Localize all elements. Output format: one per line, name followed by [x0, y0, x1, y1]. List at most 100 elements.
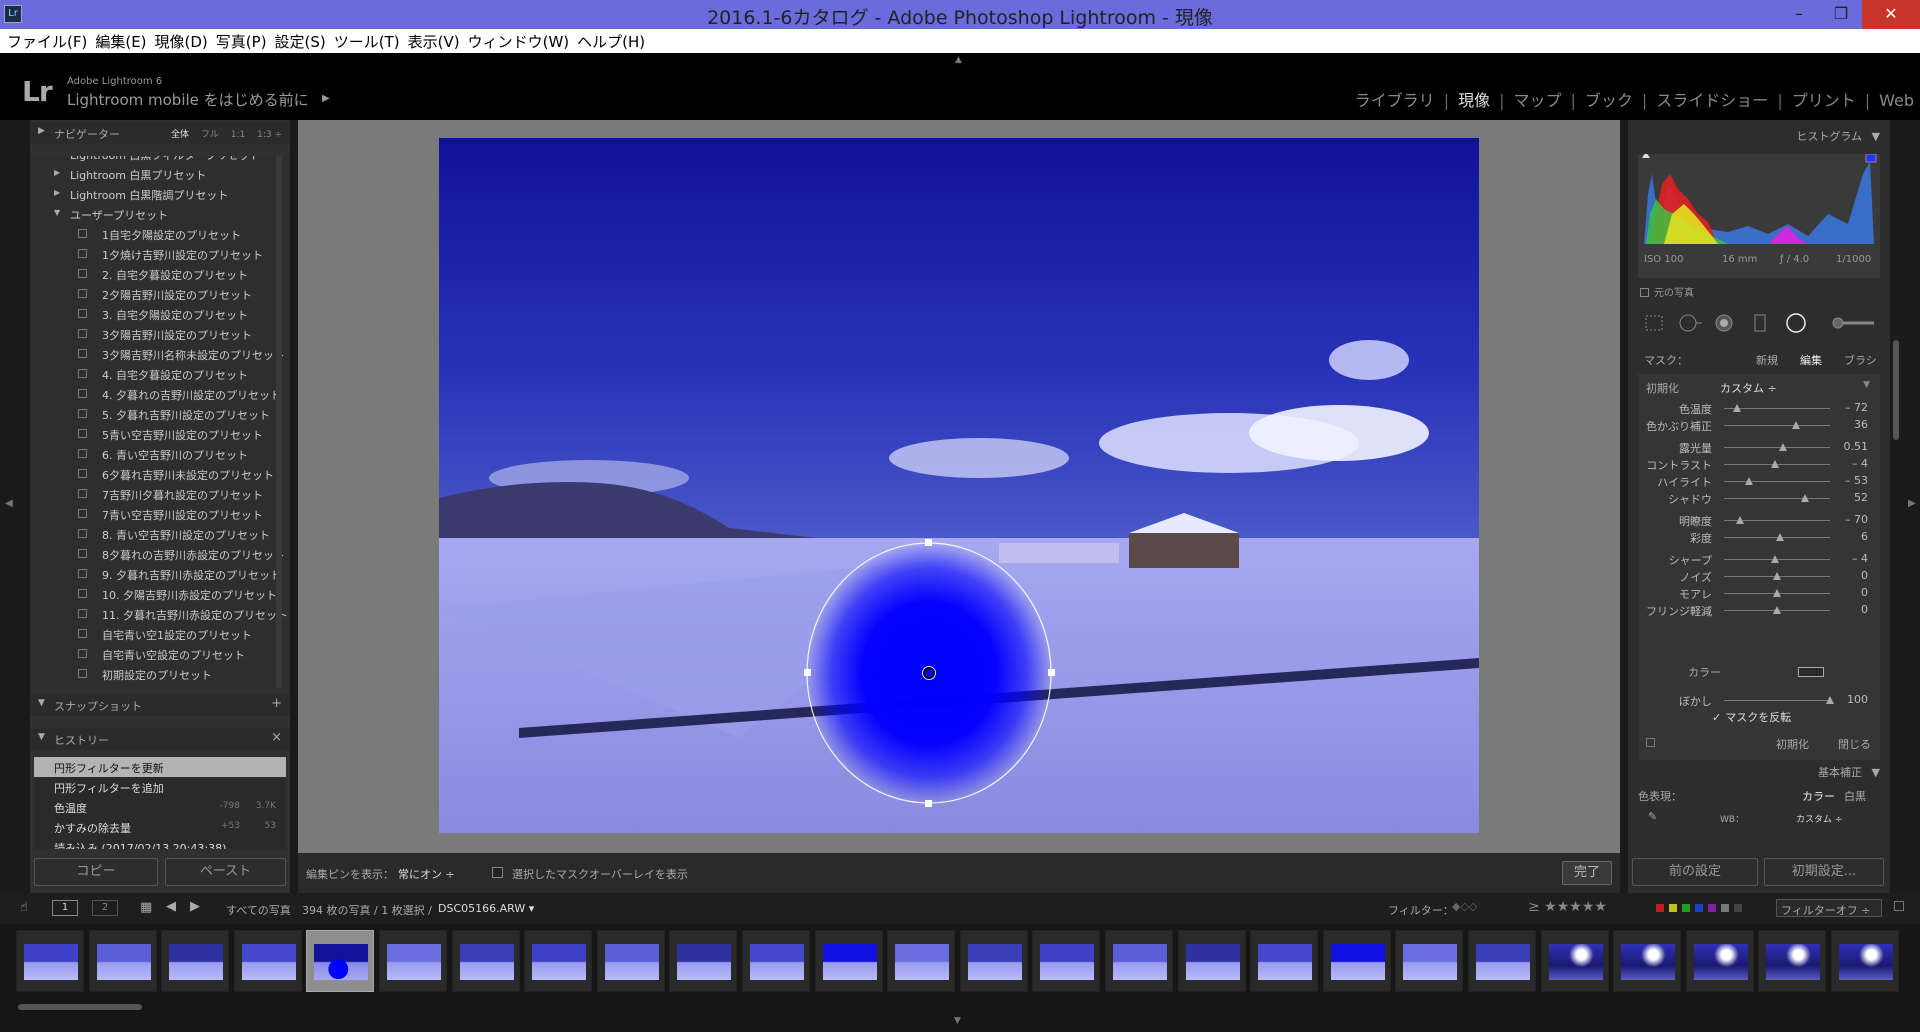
- add-snapshot-icon[interactable]: +: [271, 696, 282, 711]
- slider-row[interactable]: フリンジ軽減 0: [1638, 602, 1880, 619]
- preset-row[interactable]: 2夕陽吉野川設定のプリセット: [30, 284, 290, 304]
- slider-value[interactable]: 0: [1861, 603, 1868, 616]
- preset-row[interactable]: ▶ Lightroom 白黒プリセット: [30, 164, 290, 184]
- slider-track[interactable]: [1724, 481, 1830, 482]
- history-item[interactable]: 円形フィルターを更新: [34, 757, 286, 777]
- slider-track[interactable]: [1724, 425, 1830, 426]
- preset-row[interactable]: ▶ Lightroom 白黒フィルタープリセット: [30, 156, 290, 164]
- window-2-button[interactable]: 2: [92, 900, 118, 916]
- brand-large-text[interactable]: Lightroom mobile をはじめる前に: [67, 89, 309, 110]
- filter-lock-icon[interactable]: [1894, 901, 1904, 911]
- filter-preset-dropdown[interactable]: フィルターオフ ÷: [1776, 899, 1882, 917]
- original-photo-toggle[interactable]: 元の写真: [1640, 284, 1694, 299]
- module-3[interactable]: ブック: [1585, 87, 1633, 111]
- slider-value[interactable]: – 72: [1845, 401, 1868, 414]
- slider-value[interactable]: 0: [1861, 569, 1868, 582]
- slider-row[interactable]: 色かぶり補正 36: [1638, 417, 1880, 434]
- paste-button[interactable]: ペースト: [165, 858, 286, 886]
- zoom-1-1[interactable]: 1:1: [231, 130, 245, 140]
- slider-thumb[interactable]: [1800, 494, 1809, 502]
- filmstrip-thumbnail[interactable]: [1685, 930, 1754, 992]
- filmstrip-thumbnail[interactable]: [1831, 930, 1899, 992]
- photo[interactable]: [439, 138, 1479, 833]
- preset-row[interactable]: 4. 夕暮れの吉野川設定のプリセット: [30, 384, 290, 404]
- preset-row[interactable]: 11. 夕暮れ吉野川赤設定のプリセット: [30, 604, 290, 624]
- slider-thumb[interactable]: [1770, 460, 1779, 468]
- slider-row[interactable]: モアレ 0: [1638, 585, 1880, 602]
- slider-row[interactable]: ノイズ 0: [1638, 568, 1880, 585]
- folder-closed-icon[interactable]: ▶: [54, 188, 60, 197]
- preset-row[interactable]: 7吉野川夕暮れ設定のプリセット: [30, 484, 290, 504]
- filmstrip-thumbnail[interactable]: [1322, 930, 1391, 992]
- histogram-header[interactable]: ヒストグラム ▼: [1796, 128, 1880, 144]
- spot-removal-icon[interactable]: [1679, 314, 1702, 332]
- treatment-bw[interactable]: 白黒: [1844, 788, 1866, 804]
- menu-item[interactable]: 設定(S): [275, 29, 326, 52]
- preset-row[interactable]: 8. 青い空吉野川設定のプリセット: [30, 524, 290, 544]
- reset-settings-button[interactable]: 初期設定...: [1764, 858, 1884, 886]
- window-1-button[interactable]: 1: [52, 900, 78, 916]
- preset-row[interactable]: ▼ ユーザープリセット: [30, 204, 290, 224]
- filmstrip-thumbnail[interactable]: [1105, 930, 1173, 992]
- slider-value[interactable]: 0: [1861, 586, 1868, 599]
- flag-filter-icons[interactable]: ◆◇◇: [1452, 900, 1477, 913]
- mask-edit[interactable]: 編集: [1800, 352, 1822, 368]
- basic-header[interactable]: 基本補正 ▼: [1818, 764, 1880, 780]
- preset-row[interactable]: 8夕暮れの吉野川赤設定のプリセット: [30, 544, 290, 564]
- slider-thumb[interactable]: [1732, 404, 1741, 412]
- menu-item[interactable]: 編集(E): [95, 29, 146, 52]
- preset-row[interactable]: 6. 青い空吉野川のプリセット: [30, 444, 290, 464]
- slider-track[interactable]: [1724, 498, 1830, 499]
- history-header[interactable]: ▼ ヒストリー ×: [30, 728, 290, 750]
- menu-item[interactable]: ヘルプ(H): [577, 29, 645, 52]
- filmstrip-thumbnail[interactable]: [1758, 930, 1827, 992]
- slider-thumb[interactable]: [1773, 589, 1781, 597]
- clear-history-icon[interactable]: ×: [271, 730, 282, 745]
- preset-row[interactable]: 3夕陽吉野川名称未設定のプリセット: [30, 344, 290, 364]
- filmstrip-thumbnail[interactable]: [379, 930, 447, 992]
- filmstrip-thumbnail[interactable]: [1177, 930, 1246, 992]
- module-1[interactable]: 現像: [1458, 87, 1490, 111]
- filmstrip-thumbnail[interactable]: [306, 930, 375, 992]
- effect-dropdown[interactable]: カスタム ÷: [1720, 380, 1777, 396]
- filmstrip-thumbnail[interactable]: [742, 930, 810, 992]
- slider-row[interactable]: 彩度 6: [1638, 529, 1880, 546]
- filmstrip-thumbnail[interactable]: [233, 930, 302, 992]
- preset-row[interactable]: 5青い空吉野川設定のプリセット: [30, 424, 290, 444]
- image-view[interactable]: [298, 120, 1620, 853]
- collapse-top-icon[interactable]: ▲: [955, 55, 962, 65]
- wb-picker-icon[interactable]: ✎: [1648, 810, 1657, 823]
- preset-row[interactable]: 10. 夕陽吉野川赤設定のプリセット: [30, 584, 290, 604]
- slider-track[interactable]: [1724, 447, 1830, 448]
- zoom-1-3[interactable]: 1:3 ÷: [257, 130, 282, 140]
- back-arrow-icon[interactable]: ◀: [166, 899, 176, 914]
- slider-thumb[interactable]: [1770, 555, 1779, 563]
- slider-value[interactable]: 6: [1861, 530, 1868, 543]
- slider-value[interactable]: – 4: [1852, 552, 1868, 565]
- filmstrip-thumbnail[interactable]: [161, 930, 230, 992]
- filmstrip-scrollbar[interactable]: [18, 1004, 142, 1010]
- color-swatch[interactable]: [1798, 667, 1824, 677]
- slider-thumb[interactable]: [1792, 421, 1801, 429]
- copy-button[interactable]: コピー: [34, 858, 158, 886]
- mask-new[interactable]: 新規: [1756, 352, 1778, 368]
- feather-value[interactable]: 100: [1847, 693, 1868, 706]
- toggle-switch[interactable]: [1646, 738, 1655, 747]
- preset-row[interactable]: 9. 夕暮れ吉野川赤設定のプリセット: [30, 564, 290, 584]
- collapse-bottom-icon[interactable]: ▼: [954, 1016, 961, 1026]
- preset-row[interactable]: 3夕陽吉野川設定のプリセット: [30, 324, 290, 344]
- zoom-fill[interactable]: フル: [201, 130, 219, 140]
- filmstrip-thumbnail[interactable]: [451, 930, 520, 992]
- right-panel-toggle-icon[interactable]: ▶: [1908, 498, 1916, 509]
- navigator-header[interactable]: ▶ ナビゲーター 全体 フル 1:1 1:3 ÷: [30, 122, 290, 144]
- mask-brush[interactable]: ブラシ: [1844, 352, 1877, 368]
- color-filter[interactable]: [1656, 902, 1766, 914]
- filmstrip-thumbnail[interactable]: [88, 930, 157, 992]
- crop-tool-icon[interactable]: [1645, 315, 1663, 331]
- feather-row[interactable]: ぼかし 100: [1638, 692, 1880, 709]
- slider-value[interactable]: 0.51: [1844, 440, 1869, 453]
- folder-open-icon[interactable]: ▼: [54, 208, 60, 217]
- filmstrip-thumbnail[interactable]: [669, 930, 738, 992]
- right-panel-scrollbar[interactable]: [1893, 340, 1899, 440]
- mask-reset-button[interactable]: 初期化: [1776, 736, 1809, 752]
